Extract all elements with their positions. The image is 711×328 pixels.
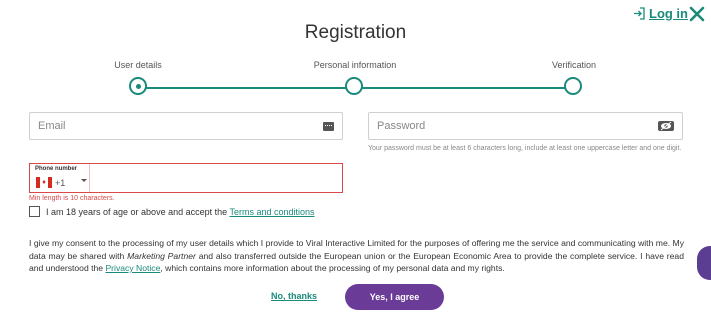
age-consent-text: I am 18 years of age or above and accept…: [46, 206, 228, 217]
login-link[interactable]: Log in: [633, 6, 688, 21]
chat-widget-button[interactable]: [697, 246, 711, 280]
page-title: Registration: [304, 22, 407, 43]
canada-flag-icon[interactable]: ♦: [36, 177, 52, 188]
phone-field-wrapper: Phone number ♦ +1: [29, 163, 343, 193]
step-indicator-user-details: [129, 77, 147, 95]
marketing-partner: Marketing Partner: [127, 250, 196, 261]
password-field-wrapper: [368, 112, 683, 140]
login-label: Log in: [649, 6, 688, 21]
email-field-wrapper: [29, 112, 343, 140]
chevron-down-icon[interactable]: [81, 179, 87, 182]
login-icon: [634, 7, 645, 20]
consent-text: I give my consent to the processing of m…: [29, 237, 684, 275]
active-step-dot: [136, 84, 141, 89]
password-field[interactable]: [377, 120, 658, 132]
consent-part3: , which contains more information about …: [160, 263, 505, 273]
phone-divider: [89, 164, 90, 192]
step-label-user-details: User details: [114, 60, 162, 70]
phone-input[interactable]: [94, 170, 338, 188]
privacy-notice-link[interactable]: Privacy Notice: [105, 263, 160, 273]
step-indicator-verification: [564, 77, 582, 95]
age-consent-row: I am 18 years of age or above and accept…: [29, 206, 315, 217]
close-icon[interactable]: [689, 6, 705, 22]
yes-i-agree-button[interactable]: Yes, I agree: [345, 284, 444, 310]
phone-error-message: Min length is 10 characters.: [29, 195, 115, 202]
step-label-verification: Verification: [551, 60, 597, 70]
no-thanks-button[interactable]: No, thanks: [271, 291, 317, 301]
step-label-personal-information: Personal information: [313, 60, 397, 70]
phone-label: Phone number: [35, 166, 78, 172]
country-code[interactable]: +1: [55, 178, 65, 188]
age-checkbox[interactable]: [29, 206, 40, 217]
email-field[interactable]: [38, 120, 323, 132]
password-hint: Your password must be at least 6 charact…: [368, 145, 682, 152]
show-password-eye-icon[interactable]: [658, 121, 674, 131]
terms-link[interactable]: Terms and conditions: [229, 207, 314, 217]
step-indicator-personal-information: [345, 77, 363, 95]
keyboard-icon[interactable]: [323, 121, 334, 131]
